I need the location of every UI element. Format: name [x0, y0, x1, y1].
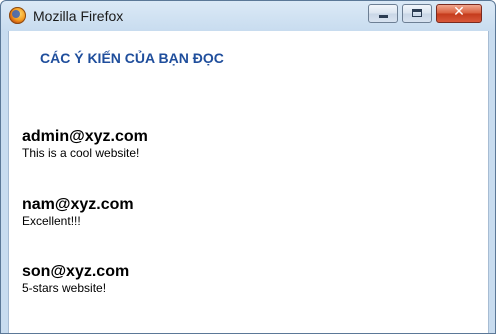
comment-email: nam@xyz.com	[22, 196, 134, 213]
comment-item: admin@xyz.com This is a cool website!	[22, 128, 148, 160]
comment-item: son@xyz.com 5-stars website!	[22, 263, 129, 295]
close-button[interactable]: ✕	[436, 4, 482, 23]
maximize-icon	[412, 9, 422, 17]
maximize-button[interactable]	[402, 4, 432, 23]
minimize-icon	[379, 15, 388, 18]
minimize-button[interactable]	[368, 4, 398, 23]
comment-email: admin@xyz.com	[22, 128, 148, 145]
comment-item: nam@xyz.com Excellent!!!	[22, 196, 134, 228]
comment-email: son@xyz.com	[22, 263, 130, 280]
comment-text: This is a cool website!	[22, 146, 140, 160]
title-bar[interactable]: Mozilla Firefox ✕	[1, 1, 495, 31]
firefox-icon[interactable]	[9, 7, 26, 24]
page-heading: CÁC Ý KIẾN CỦA BẠN ĐỌC	[40, 50, 224, 66]
close-icon: ✕	[453, 4, 465, 20]
comment-text: 5-stars website!	[22, 281, 107, 295]
window-title: Mozilla Firefox	[33, 8, 124, 24]
comment-text: Excellent!!!	[22, 214, 81, 228]
